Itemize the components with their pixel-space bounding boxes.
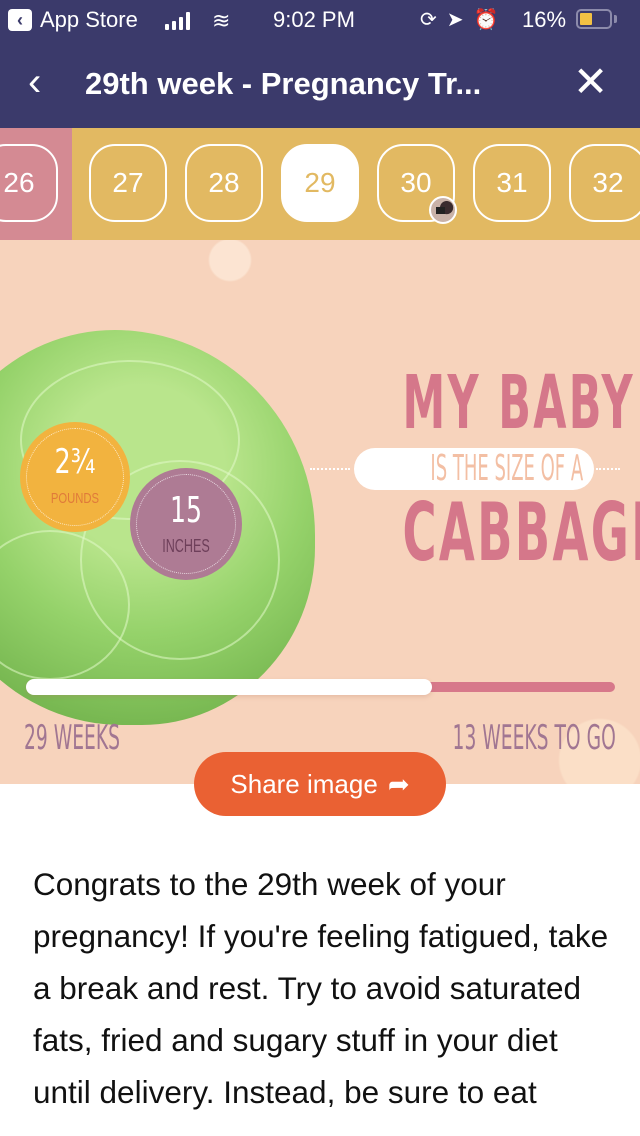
battery-level [580,13,592,25]
week-chip-28[interactable]: 28 [185,144,263,222]
baby-size-image: 2¾ POUNDS 15 INCHES MY BABY IS THE SIZE … [0,240,640,784]
weight-badge: 2¾ POUNDS [20,422,130,532]
battery-percent: 16% [522,7,567,32]
battery-tip [614,15,617,23]
week-selector[interactable]: 26 27 28 29 30 31 32 [0,128,640,240]
weeks-to-go-label: 13 WEEKS TO GO [452,718,616,758]
length-value: 15 [169,490,203,531]
week-chip-26[interactable]: 26 [0,144,58,222]
weight-unit: POUNDS [50,490,100,507]
back-to-app-label[interactable]: App Store [40,7,138,33]
length-badge: 15 INCHES [130,468,242,580]
cellular-signal-icon [165,12,190,30]
size-headline: MY BABY IS THE SIZE OF A CABBAGE [310,360,640,579]
week-chip-32[interactable]: 32 [569,144,640,222]
headline-top: MY BABY [402,360,635,446]
orientation-lock-icon: ⟳ [420,9,437,31]
progress-fill [26,679,433,695]
week-chip-31[interactable]: 31 [473,144,551,222]
headline-middle-pill: IS THE SIZE OF A [354,448,594,490]
page-title: 29th week - Pregnancy Tr... [85,66,482,101]
weeks-done-label: 29 WEEKS [24,718,121,758]
headline-fruit: CABBAGE [402,486,640,579]
wifi-icon: ≋ [212,8,231,33]
close-icon[interactable]: ✕ [573,58,608,106]
status-bar: ‹ App Store ≋ 9:02 PM ⟳ ➤ ⏰ 16% [0,0,640,40]
week-chip-29-selected[interactable]: 29 [281,144,359,222]
navigation-bar: ‹ 29th week - Pregnancy Tr... ✕ [0,40,640,128]
week-chip-30[interactable]: 30 [377,144,457,224]
share-image-button[interactable]: Share image ➦ [194,752,446,816]
pregnancy-progress-bar [26,679,615,695]
battery-icon [576,9,612,29]
week-chip-27[interactable]: 27 [89,144,167,222]
share-button-label: Share image [230,768,378,799]
share-arrow-icon: ➦ [387,768,410,799]
alarm-icon: ⏰ [473,9,499,31]
dotted-line-left [310,468,350,470]
back-to-app-icon[interactable]: ‹ [8,9,32,31]
length-unit: INCHES [162,536,210,556]
weight-value: 2¾ [54,442,96,482]
back-chevron-icon[interactable]: ‹ [28,60,41,104]
avatar [429,196,457,224]
dotted-line-right [596,468,620,470]
week-description-text: Congrats to the 29th week of your pregna… [33,866,609,1110]
clock: 9:02 PM [273,7,355,32]
location-icon: ➤ [446,9,464,31]
